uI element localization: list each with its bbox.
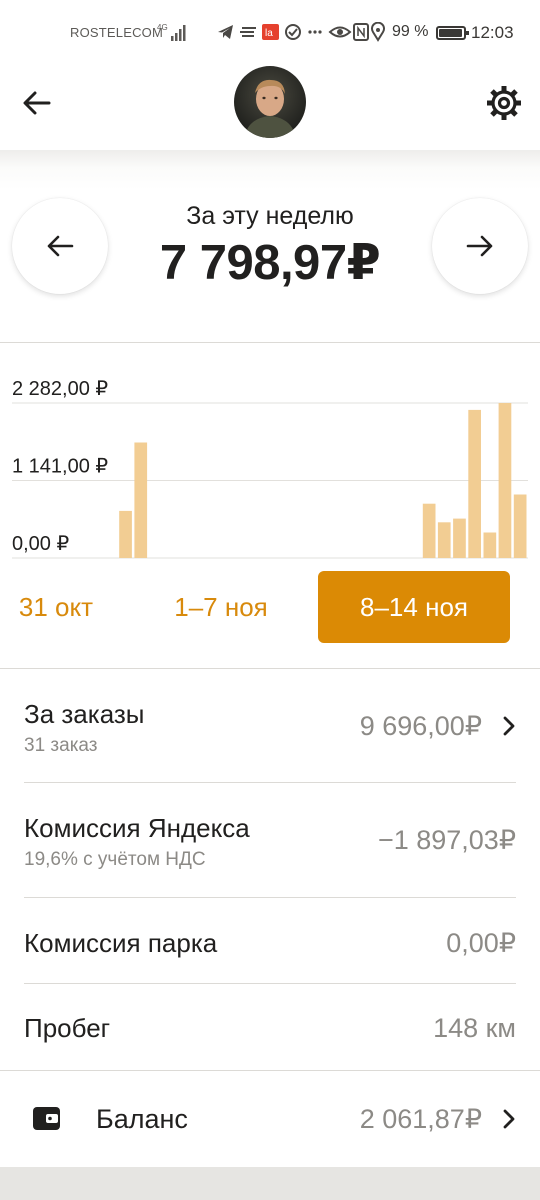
arrow-right-icon	[466, 235, 493, 257]
row-title: Комиссия парка	[24, 928, 218, 958]
chart-bar[interactable]	[453, 518, 466, 558]
arrow-left-icon	[47, 235, 74, 257]
notification-badge-icon: la	[262, 24, 279, 40]
chart-bar[interactable]	[422, 503, 436, 558]
y-tick-label: 2 282,00 ₽	[12, 378, 108, 400]
svg-text:la: la	[265, 28, 273, 39]
chart-bar[interactable]	[483, 532, 497, 559]
location-icon	[371, 22, 385, 42]
chart-bar[interactable]	[513, 494, 527, 559]
park-commission-row: Комиссия парка 0,00₽	[0, 898, 540, 984]
chart-bar[interactable]	[119, 510, 132, 558]
y-tick-label: 0,00 ₽	[12, 533, 69, 555]
menu-lines-icon	[240, 27, 256, 37]
mileage-row: Пробег 148 км	[0, 984, 540, 1070]
period-tab-1[interactable]: 1–7 ноя	[150, 571, 292, 643]
row-value: 148 км	[433, 1013, 516, 1043]
check-circle-icon	[285, 24, 301, 40]
balance-row[interactable]: Баланс 2 061,87₽	[0, 1071, 540, 1167]
status-bar: ROSTELECOM 4G la 99 % 12:03	[0, 0, 540, 60]
driver-avatar	[234, 66, 306, 138]
chart-bar[interactable]	[468, 409, 481, 558]
eye-icon	[328, 26, 352, 38]
period-tab-2[interactable]: 8–14 ноя	[318, 571, 510, 643]
y-tick-label: 1 141,00 ₽	[12, 456, 108, 478]
row-value: −1 897,03₽	[377, 825, 516, 855]
nfc-icon	[353, 23, 369, 41]
avatar[interactable]	[234, 66, 306, 138]
prev-week-button[interactable]	[12, 198, 108, 294]
row-title: Пробег	[24, 1013, 111, 1043]
chevron-right-icon	[503, 1109, 515, 1129]
settings-button[interactable]	[481, 80, 527, 126]
next-week-button[interactable]	[432, 198, 528, 294]
telegram-icon	[218, 25, 233, 39]
signal-icon: 4G	[157, 23, 186, 41]
week-summary: За эту неделю 7 798,97₽	[0, 150, 540, 342]
chart-bar[interactable]	[134, 442, 148, 559]
arrow-left-icon	[23, 91, 51, 115]
earnings-chart: 2 282,00 ₽ 1 141,00 ₽ 0,00 ₽ 31 окт 1–7 но…	[0, 343, 540, 668]
yandex-commission-row: Комиссия Яндекса 19,6% с учётом НДС −1 8…	[0, 783, 540, 898]
row-title: Комиссия Яндекса	[24, 813, 250, 843]
period-label: За эту неделю	[186, 202, 354, 230]
row-title: За заказы	[24, 699, 145, 729]
battery-icon	[436, 26, 469, 40]
gear-icon	[487, 86, 521, 120]
row-value: 9 696,00₽	[359, 711, 482, 741]
earnings-bar-chart: 2 282,00 ₽ 1 141,00 ₽ 0,00 ₽	[12, 378, 528, 559]
notification-icons: la	[218, 22, 385, 42]
row-subtitle: 31 заказ	[24, 735, 98, 756]
row-subtitle: 19,6% с учётом НДС	[24, 849, 206, 870]
chart-bar[interactable]	[437, 522, 451, 558]
carrier-name: ROSTELECOM	[70, 25, 164, 40]
svg-text:4G: 4G	[157, 23, 168, 32]
balance-value: 2 061,87₽	[359, 1104, 482, 1134]
week-total: 7 798,97₽	[159, 236, 381, 290]
bottom-panel-edge	[0, 1167, 540, 1200]
balance-label: Баланс	[96, 1104, 188, 1134]
period-tab-0[interactable]: 31 окт	[2, 571, 110, 643]
battery-percent: 99 %	[392, 23, 429, 40]
app-header	[0, 60, 540, 150]
row-value: 0,00₽	[446, 928, 516, 958]
back-button[interactable]	[14, 80, 60, 126]
clock: 12:03	[471, 23, 514, 42]
more-dots-icon	[308, 30, 322, 34]
orders-row[interactable]: За заказы 31 заказ 9 696,00₽	[0, 669, 540, 783]
chart-bar[interactable]	[498, 403, 512, 558]
wallet-icon	[33, 1107, 60, 1130]
chevron-right-icon	[503, 716, 515, 736]
